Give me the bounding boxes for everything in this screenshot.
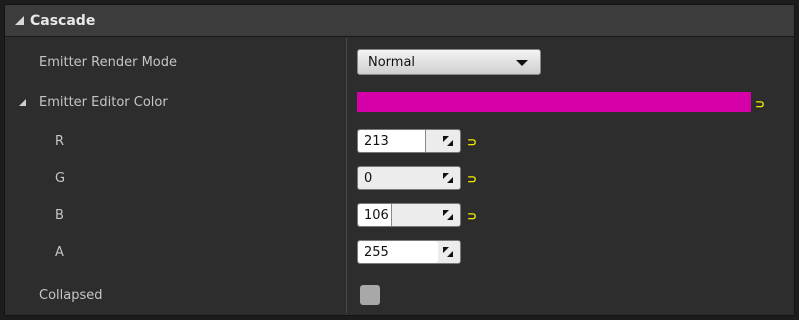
property-row-b: B 106 ⊃ — [5, 197, 794, 233]
section-header[interactable]: Cascade — [5, 5, 794, 37]
channel-r-input[interactable]: 213 — [357, 129, 461, 153]
collapsed-label: Collapsed — [39, 287, 103, 303]
channel-label-b: B — [55, 207, 64, 223]
reset-to-default-icon[interactable]: ⊃ — [467, 135, 479, 148]
channel-b-value: 106 — [364, 207, 389, 223]
channel-a-input[interactable]: 255 — [357, 240, 461, 264]
expanded-triangle-icon[interactable] — [19, 98, 26, 106]
collapsed-checkbox[interactable] — [360, 285, 380, 305]
property-row-collapsed: Collapsed — [5, 277, 794, 313]
reset-to-default-icon[interactable]: ⊃ — [467, 209, 479, 222]
drag-resize-icon[interactable] — [442, 246, 454, 258]
render-mode-label: Emitter Render Mode — [39, 54, 177, 70]
property-row-g: G 0 ⊃ — [5, 160, 794, 196]
section-title: Cascade — [30, 12, 96, 29]
render-mode-dropdown[interactable]: Normal — [357, 49, 541, 75]
property-row-r: R 213 ⊃ — [5, 123, 794, 159]
channel-label-r: R — [55, 133, 65, 149]
render-mode-value: Normal — [368, 54, 416, 70]
property-row-a: A 255 — [5, 234, 794, 270]
reset-to-default-icon[interactable]: ⊃ — [755, 97, 767, 110]
chevron-down-icon — [516, 60, 528, 66]
reset-to-default-icon[interactable]: ⊃ — [467, 172, 479, 185]
channel-label-a: A — [55, 244, 64, 260]
drag-resize-icon[interactable] — [442, 172, 454, 184]
editor-color-label: Emitter Editor Color — [39, 94, 168, 110]
drag-resize-icon[interactable] — [442, 209, 454, 221]
color-swatch[interactable] — [357, 92, 751, 112]
channel-label-g: G — [55, 170, 66, 186]
details-panel: Cascade Emitter Render Mode Normal Emitt… — [4, 4, 795, 316]
channel-a-value: 255 — [364, 244, 389, 260]
property-row-editor-color: Emitter Editor Color ⊃ — [5, 84, 794, 120]
property-row-render-mode: Emitter Render Mode Normal — [5, 44, 794, 80]
channel-g-value: 0 — [364, 170, 373, 186]
channel-g-input[interactable]: 0 — [357, 166, 461, 190]
channel-r-value: 213 — [364, 133, 389, 149]
channel-b-input[interactable]: 106 — [357, 203, 461, 227]
drag-resize-icon[interactable] — [442, 135, 454, 147]
expanded-triangle-icon[interactable] — [15, 16, 24, 25]
